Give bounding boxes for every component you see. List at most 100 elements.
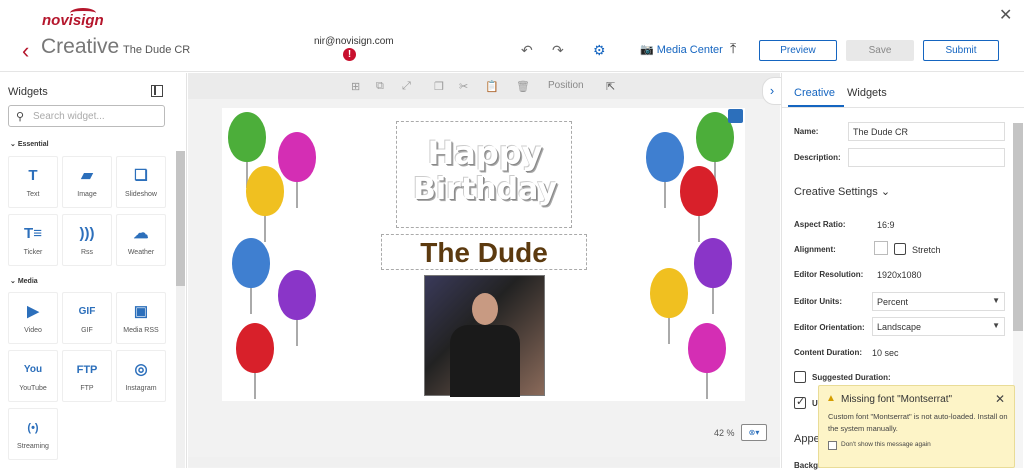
save-button[interactable]: Save — [846, 40, 914, 61]
resolution-value[interactable]: 1920x1080 — [877, 270, 922, 280]
widget-text[interactable]: T Text — [8, 156, 58, 208]
delete-icon[interactable]: 🗑 — [516, 80, 530, 93]
stretch-checkbox[interactable] — [894, 243, 906, 255]
canvas-scrollbar[interactable] — [188, 457, 780, 467]
orientation-label: Editor Orientation: — [794, 323, 865, 332]
zoom-dropdown[interactable]: ⊗▾ — [741, 424, 767, 441]
media-center-button[interactable]: 📷 Media Center — [640, 43, 723, 56]
close-toast-icon[interactable]: ✕ — [995, 392, 1005, 406]
balloon-decoration — [236, 323, 274, 399]
rss-icon: ))) — [79, 225, 95, 242]
redo-icon[interactable]: ↷ — [552, 42, 564, 59]
error-icon[interactable]: ! — [343, 48, 356, 61]
tab-creative[interactable]: Creative — [794, 87, 835, 99]
weather-icon: ☁ — [133, 225, 149, 242]
widget-label: Instagram — [125, 385, 157, 392]
balloon-decoration — [278, 270, 316, 346]
widget-label: Slideshow — [125, 191, 157, 198]
widget-label: Streaming — [17, 443, 49, 450]
widget-weather[interactable]: ☁ Weather — [116, 214, 166, 266]
distribute-icon[interactable]: ⧉ — [376, 80, 384, 93]
share-icon[interactable]: ⇱ — [606, 80, 615, 93]
happy-birthday-image[interactable]: Happy Birthday — [396, 121, 572, 228]
search-icon: ⚲ — [16, 111, 25, 123]
widgets-panel-title: Widgets — [8, 86, 48, 98]
tabs-divider — [782, 107, 1024, 108]
widget-youtube[interactable]: You YouTube — [8, 350, 58, 402]
close-icon[interactable]: ✕ — [999, 5, 1012, 25]
widget-label: GIF — [81, 327, 93, 334]
resolution-label: Editor Resolution: — [794, 270, 864, 279]
toast-message: Custom font "Montserrat" is not auto-loa… — [828, 412, 1008, 433]
media-rss-icon: ▣ — [133, 303, 149, 320]
paste-icon[interactable]: 📋 — [485, 80, 499, 93]
warning-icon: ▲ — [826, 393, 836, 404]
description-field[interactable] — [848, 148, 1005, 167]
widget-gif[interactable]: GIF GIF — [62, 292, 112, 344]
collapse-panel-icon[interactable] — [151, 85, 163, 97]
widget-video[interactable]: ▶ Video — [8, 292, 58, 344]
widget-rss[interactable]: ))) Rss — [62, 214, 112, 266]
gear-icon[interactable]: ⚙ — [593, 42, 606, 59]
undo-icon[interactable]: ↶ — [521, 42, 533, 59]
balloon-decoration — [694, 238, 732, 314]
align-center-icon[interactable]: ⊞ — [351, 80, 360, 93]
suggested-duration-checkbox[interactable] — [794, 371, 806, 383]
properties-scrollbar-thumb[interactable] — [1013, 123, 1023, 331]
name-text-widget[interactable]: The Dude — [381, 234, 587, 270]
appearance-header: Appe — [794, 433, 820, 445]
search-input[interactable]: ⚲ Search widget... — [8, 105, 165, 127]
units-value: Percent — [877, 297, 909, 307]
youtube-icon: You — [23, 364, 43, 375]
widget-instagram[interactable]: ◎ Instagram — [116, 350, 166, 402]
balloon-decoration — [688, 323, 726, 399]
back-chevron-icon[interactable]: ‹ — [22, 38, 29, 64]
dont-show-again-checkbox[interactable] — [828, 441, 837, 450]
user-email: nir@novisign.com — [314, 36, 394, 47]
background-image-icon[interactable] — [728, 109, 743, 123]
toast-title: Missing font "Montserrat" — [841, 394, 953, 405]
canvas-toolbar: ⊞ ⧉ ⤢ ❐ ✂ 📋 🗑 Position ⇱ — [188, 73, 780, 99]
missing-font-toast: ▲ Missing font "Montserrat" ✕ Custom fon… — [818, 385, 1015, 468]
gif-icon: GIF — [78, 306, 96, 317]
position-button[interactable]: Position — [548, 80, 584, 91]
copy-icon[interactable]: ❐ — [434, 80, 444, 93]
fullscreen-icon[interactable]: ⤢ — [402, 80, 411, 93]
expand-panel-chevron-icon[interactable]: › — [762, 77, 782, 105]
widget-label: Video — [24, 327, 42, 334]
name-field[interactable]: The Dude CR — [848, 122, 1005, 141]
content-duration-value: 10 sec — [872, 348, 899, 358]
alignment-grid-icon[interactable] — [874, 241, 888, 255]
preview-button[interactable]: Preview — [759, 40, 837, 61]
tab-widgets[interactable]: Widgets — [847, 87, 887, 99]
widgets-scrollbar-thumb[interactable] — [176, 151, 185, 286]
creative-settings-toggle[interactable]: Creative Settings ⌄ — [794, 185, 890, 198]
person-photo[interactable] — [424, 275, 545, 397]
balloon-decoration — [646, 132, 684, 208]
widget-ftp[interactable]: FTP FTP — [62, 350, 112, 402]
text-icon: T — [28, 167, 38, 184]
widget-label: YouTube — [19, 385, 47, 392]
stretch-label: Stretch — [912, 245, 941, 255]
creative-stage[interactable]: Happy Birthday The Dude — [222, 108, 745, 401]
widget-image[interactable]: ▰ Image — [62, 156, 112, 208]
submit-button[interactable]: Submit — [923, 40, 999, 61]
upload-icon[interactable]: ⤒ — [730, 40, 736, 57]
widget-label: Ticker — [23, 249, 43, 256]
widget-slideshow[interactable]: ❏ Slideshow — [116, 156, 166, 208]
orientation-select[interactable]: Landscape ▼ — [872, 317, 1005, 336]
aspect-ratio-value[interactable]: 16:9 — [877, 220, 895, 230]
widget-streaming[interactable]: (•) Streaming — [8, 408, 58, 460]
cut-icon[interactable]: ✂ — [459, 80, 468, 93]
ftp-icon: FTP — [76, 364, 98, 376]
units-select[interactable]: Percent ▼ — [872, 292, 1005, 311]
section-media[interactable]: ⌄ Media — [10, 277, 38, 285]
happy-text: Happy — [427, 134, 543, 172]
ticker-icon: T≡ — [24, 225, 42, 242]
section-label: Essential — [17, 141, 49, 148]
balloon-decoration — [278, 132, 316, 208]
partial-checkbox[interactable] — [794, 395, 806, 409]
widget-media-rss[interactable]: ▣ Media RSS — [116, 292, 166, 344]
section-essential[interactable]: ⌄ Essential — [10, 140, 49, 148]
widget-ticker[interactable]: T≡ Ticker — [8, 214, 58, 266]
